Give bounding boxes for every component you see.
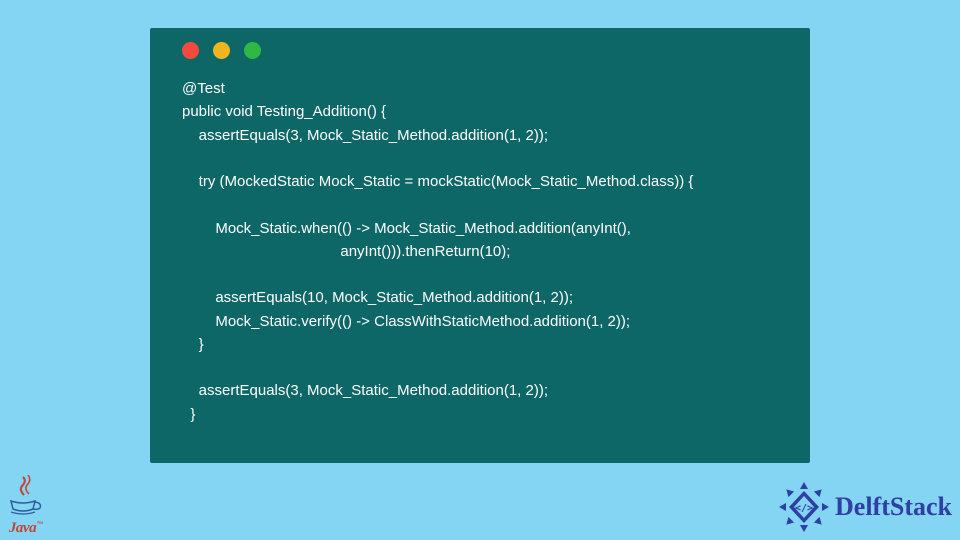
code-line: anyInt())).thenReturn(10);: [182, 243, 510, 260]
window-controls: [182, 42, 790, 59]
svg-text:</>: </>: [795, 503, 813, 514]
code-window: @Test public void Testing_Addition() { a…: [150, 28, 810, 463]
delftstack-logo: </> DelftStack: [777, 480, 952, 534]
minimize-dot-icon: [213, 42, 230, 59]
code-line: assertEquals(3, Mock_Static_Method.addit…: [182, 127, 548, 144]
code-line: assertEquals(3, Mock_Static_Method.addit…: [182, 382, 548, 399]
code-line: assertEquals(10, Mock_Static_Method.addi…: [182, 289, 573, 306]
java-logo: Java™: [5, 479, 47, 537]
delftstack-label: DelftStack: [835, 492, 952, 522]
code-line: Mock_Static.verify(() -> ClassWithStatic…: [182, 313, 630, 330]
code-line: public void Testing_Addition() {: [182, 103, 386, 120]
java-cup-icon: [5, 479, 47, 519]
code-line: @Test: [182, 80, 225, 97]
code-content: @Test public void Testing_Addition() { a…: [182, 77, 790, 426]
java-label: Java™: [9, 519, 43, 537]
close-dot-icon: [182, 42, 199, 59]
code-line: }: [182, 336, 204, 353]
maximize-dot-icon: [244, 42, 261, 59]
code-line: }: [182, 406, 195, 423]
code-line: Mock_Static.when(() -> Mock_Static_Metho…: [182, 220, 631, 237]
code-line: try (MockedStatic Mock_Static = mockStat…: [182, 173, 693, 190]
delftstack-emblem-icon: </>: [777, 480, 831, 534]
